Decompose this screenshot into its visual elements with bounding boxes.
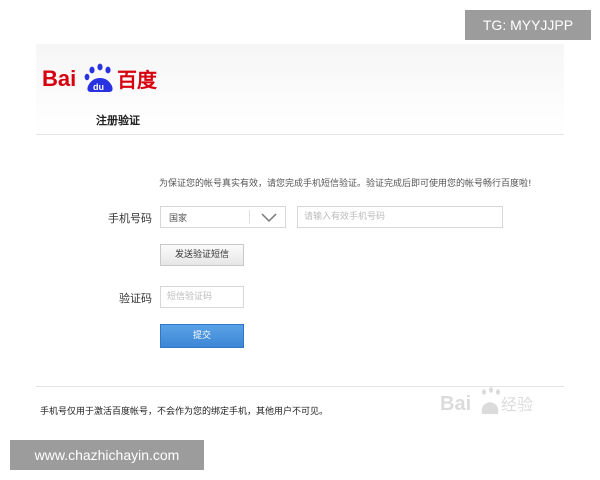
submit-button[interactable]: 提交 bbox=[160, 324, 244, 348]
country-select[interactable]: 国家 bbox=[160, 206, 286, 228]
baidu-logo[interactable]: Bai du 百度 bbox=[42, 62, 162, 94]
svg-text:经验: 经验 bbox=[501, 395, 533, 414]
page-title: 注册验证 bbox=[96, 114, 140, 127]
select-divider bbox=[249, 210, 250, 224]
sms-code-input[interactable] bbox=[160, 286, 244, 308]
svg-text:Bai: Bai bbox=[42, 66, 76, 91]
phone-input[interactable] bbox=[297, 206, 503, 228]
header-band: Bai du 百度 注册验证 bbox=[36, 44, 564, 135]
chevron-down-icon[interactable] bbox=[260, 211, 278, 223]
site-url-badge: www.chazhichayin.com bbox=[10, 440, 204, 470]
svg-text:百度: 百度 bbox=[117, 68, 158, 92]
phone-label: 手机号码 bbox=[108, 212, 152, 225]
code-label: 验证码 bbox=[119, 292, 152, 305]
verification-notice: 为保证您的帐号真实有效，请您完成手机短信验证。验证完成后即可使用您的帐号畅行百度… bbox=[159, 179, 532, 189]
country-select-value: 国家 bbox=[169, 214, 188, 224]
footer-note: 手机号仅用于激活百度帐号，不会作为您的绑定手机，其他用户不可见。 bbox=[40, 407, 329, 417]
tg-badge: TG: MYYJJPP bbox=[465, 10, 591, 40]
baidu-jingyan-watermark: Bai 经验 bbox=[440, 382, 560, 426]
send-sms-button[interactable]: 发送验证短信 bbox=[160, 244, 244, 266]
svg-text:du: du bbox=[93, 82, 104, 92]
svg-text:Bai: Bai bbox=[440, 393, 471, 415]
